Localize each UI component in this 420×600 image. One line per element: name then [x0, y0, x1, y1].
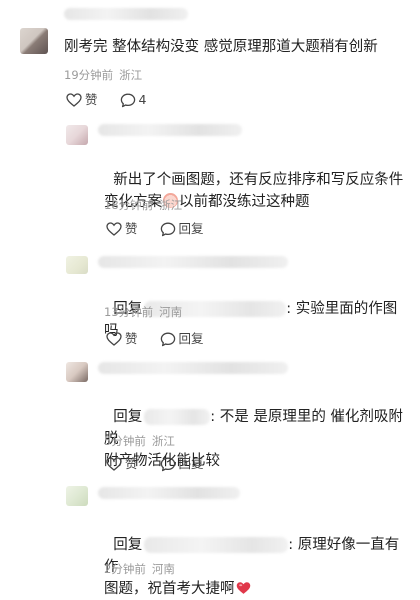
- reply-label: 回复: [178, 456, 204, 471]
- reply-button[interactable]: 回复: [160, 331, 204, 347]
- reply-actions: 赞 回复: [106, 331, 226, 347]
- comment-text: 刚考完 整体结构没变 感觉原理那道大题稍有创新: [64, 39, 378, 55]
- reply-text-line2: 图题，祝首考大捷啊: [104, 581, 235, 597]
- comment-bubble-icon: [160, 222, 175, 236]
- reply-meta: 18分钟前 浙江: [104, 198, 182, 212]
- reply-prefix: 回复: [113, 409, 143, 425]
- reply-time: 18分钟前: [104, 198, 154, 212]
- heart-outline-icon: [106, 222, 122, 236]
- username-blurred[interactable]: [98, 487, 240, 499]
- avatar[interactable]: [66, 256, 88, 274]
- like-button[interactable]: 赞: [106, 221, 138, 237]
- reply-prefix: 回复: [113, 537, 143, 553]
- reply-button[interactable]: 回复: [160, 456, 204, 472]
- comment-actions: 赞 4: [66, 92, 168, 108]
- comment-meta: 19分钟前 浙江: [64, 68, 142, 82]
- reply-location: 浙江: [159, 198, 183, 212]
- mention-blurred[interactable]: [144, 537, 289, 553]
- comment-bubble-icon: [160, 457, 175, 471]
- like-label: 赞: [85, 92, 98, 107]
- avatar[interactable]: [66, 125, 88, 145]
- heart-outline-icon: [106, 332, 122, 346]
- like-button[interactable]: 赞: [106, 456, 138, 472]
- like-label: 赞: [125, 331, 138, 346]
- reply-time: 2分钟前: [104, 562, 146, 576]
- reply-time: 5分钟前: [104, 434, 146, 448]
- reply-location: 河南: [159, 305, 183, 319]
- username-blurred[interactable]: [98, 362, 288, 374]
- mention-blurred[interactable]: [144, 409, 211, 425]
- comment-button[interactable]: 4: [120, 92, 147, 108]
- reply-label: 回复: [178, 221, 204, 236]
- comment-location: 浙江: [119, 68, 143, 82]
- like-label: 赞: [125, 456, 138, 471]
- reply-text-tail: 以前都没练过这种题: [179, 194, 310, 210]
- avatar[interactable]: [66, 362, 88, 382]
- avatar[interactable]: [20, 28, 48, 54]
- comment-count: 4: [138, 92, 147, 107]
- username-blurred[interactable]: [98, 256, 288, 268]
- username-blurred[interactable]: [98, 124, 242, 136]
- like-button[interactable]: 赞: [66, 92, 98, 108]
- comment-bubble-icon: [120, 93, 135, 107]
- reply-text: 回复: 原理好像一直有作 图题，祝首考大捷啊: [104, 512, 404, 600]
- reply-meta: 2分钟前 河南: [104, 562, 175, 576]
- reply-time: 13分钟前: [104, 305, 154, 319]
- reply-label: 回复: [178, 331, 204, 346]
- reply-location: 浙江: [151, 434, 175, 448]
- comment-bubble-icon: [160, 332, 175, 346]
- heart-outline-icon: [66, 93, 82, 107]
- avatar[interactable]: [66, 486, 88, 506]
- reply-button[interactable]: 回复: [160, 221, 204, 237]
- like-label: 赞: [125, 221, 138, 236]
- username-blurred[interactable]: [64, 8, 188, 20]
- reply-location: 河南: [151, 562, 175, 576]
- like-button[interactable]: 赞: [106, 331, 138, 347]
- heart-outline-icon: [106, 457, 122, 471]
- reply-meta: 5分钟前 浙江: [104, 434, 175, 448]
- reply-actions: 赞 回复: [106, 221, 226, 237]
- reply-actions: 赞 回复: [106, 456, 226, 472]
- comment-time: 19分钟前: [64, 68, 114, 82]
- red-heart-emoji: [236, 582, 250, 594]
- reply-meta: 13分钟前 河南: [104, 305, 182, 319]
